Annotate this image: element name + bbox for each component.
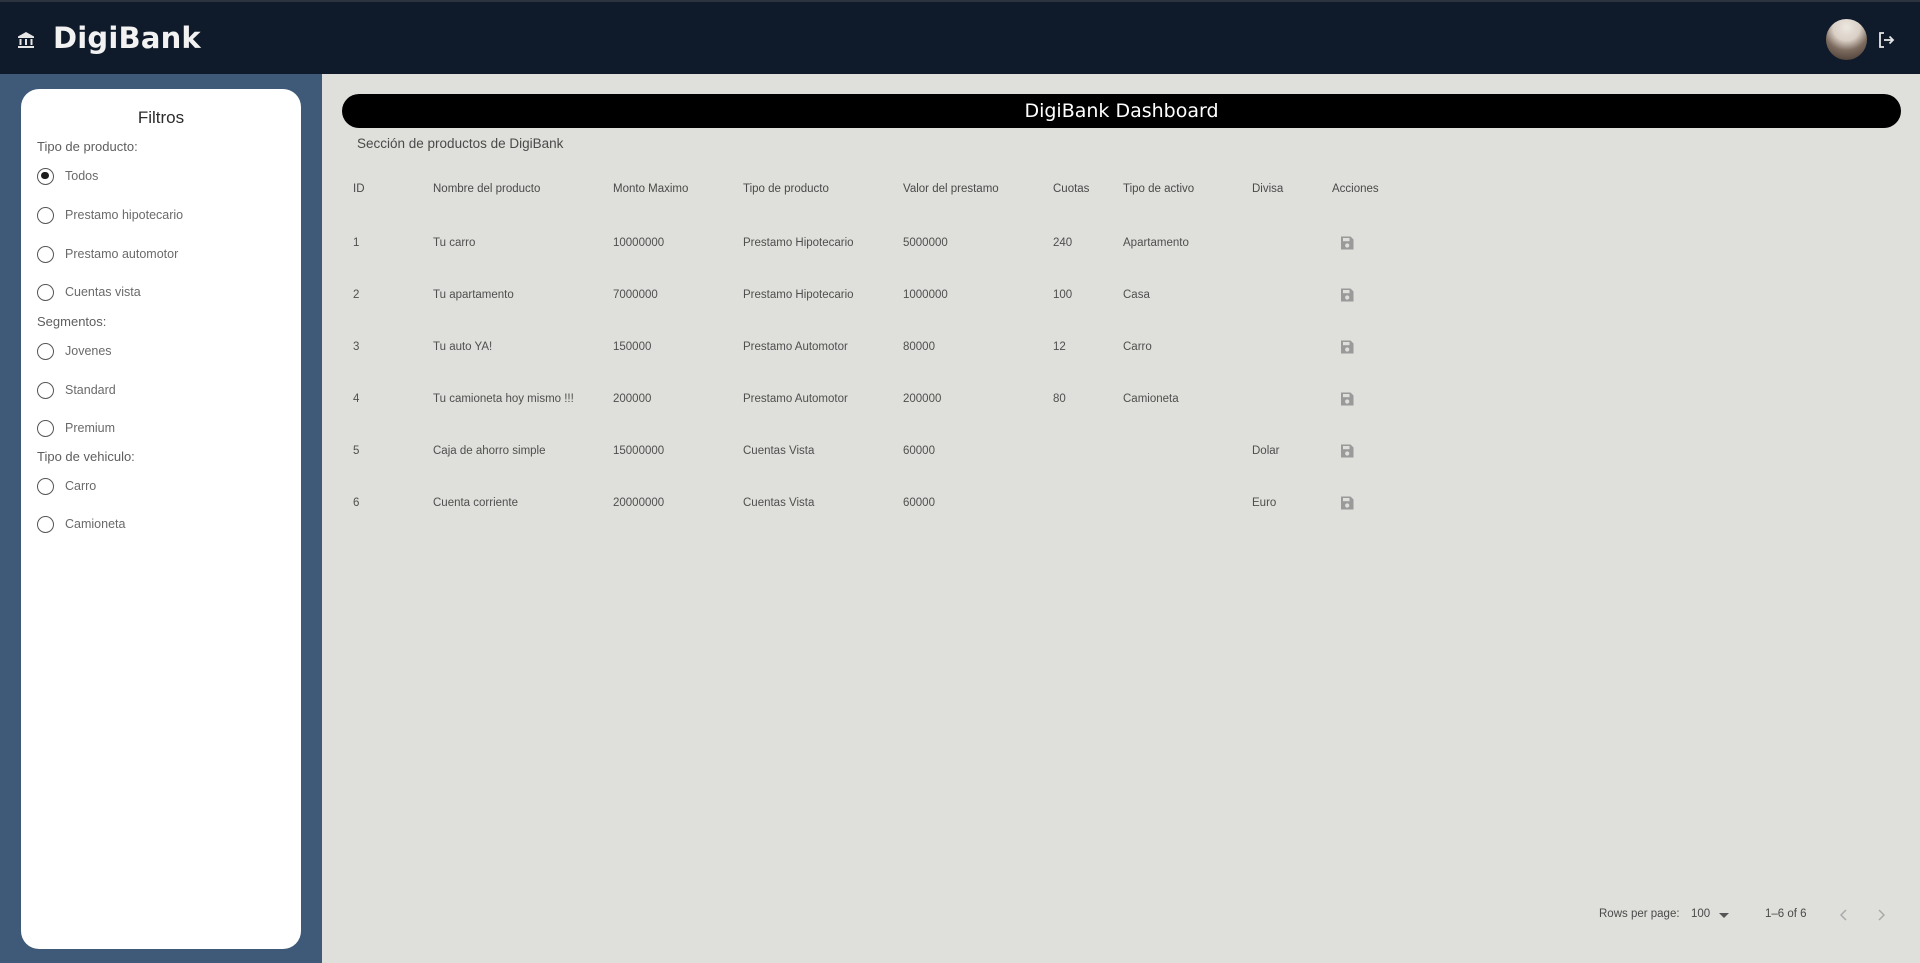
radio-premium[interactable]: Premium [37,417,115,439]
column-header-id[interactable]: ID [353,183,365,195]
chevron-down-icon[interactable] [1719,913,1729,918]
cell-id: 2 [353,289,360,301]
brand-title: DigiBank [53,21,201,55]
chevron-right-icon[interactable] [1874,908,1888,922]
cell-monto: 150000 [613,341,652,353]
cell-monto: 200000 [613,393,652,405]
radio-button[interactable] [37,342,54,360]
user-avatar[interactable] [1826,19,1867,60]
rows-per-page-select[interactable]: 100 [1691,908,1710,920]
section-title: Sección de productos de DigiBank [357,136,564,151]
cell-cuotas: 100 [1053,289,1073,301]
pagination-range: 1–6 of 6 [1765,908,1807,920]
radio-cuentas-vista[interactable]: Cuentas vista [37,281,141,303]
cell-id: 1 [353,237,360,249]
cell-valor: 5000000 [903,237,948,249]
radio-prestamo-automotor[interactable]: Prestamo automotor [37,243,178,265]
radio-prestamo-hipotecario[interactable]: Prestamo hipotecario [37,204,183,226]
cell-id: 5 [353,445,360,457]
cell-monto: 20000000 [613,497,665,509]
cell-divisa: Euro [1252,497,1277,509]
radio-carro[interactable]: Carro [37,475,96,497]
cell-tipo: Cuentas Vista [743,445,815,457]
cell-valor: 80000 [903,341,935,353]
chevron-left-icon[interactable] [1837,908,1851,922]
cell-nombre: Cuenta corriente [433,497,519,509]
cell-tipo: Prestamo Automotor [743,393,848,405]
radio-button[interactable] [37,167,54,185]
save-icon[interactable] [1339,443,1355,459]
cell-id: 4 [353,393,360,405]
cell-activo: Casa [1123,289,1150,301]
cell-tipo: Prestamo Hipotecario [743,289,854,301]
radio-button[interactable] [37,381,54,399]
filters-title: Filtros [137,108,185,127]
column-header-activo[interactable]: Tipo de activo [1123,183,1194,195]
rows-per-page-label: Rows per page: [1599,908,1680,920]
cell-id: 3 [353,341,360,353]
cell-nombre: Caja de ahorro simple [433,445,546,457]
cell-nombre: Tu apartamento [433,289,514,301]
cell-activo: Carro [1123,341,1152,353]
cell-valor: 200000 [903,393,942,405]
column-header-tipo[interactable]: Tipo de producto [743,183,829,195]
cell-divisa: Dolar [1252,445,1280,457]
radio-button[interactable] [37,245,54,263]
column-header-monto[interactable]: Monto Maximo [613,183,688,195]
cell-tipo: Prestamo Automotor [743,341,848,353]
cell-valor: 60000 [903,497,935,509]
cell-cuotas: 12 [1053,341,1066,353]
top-app-bar: DigiBank [0,0,1920,74]
column-header-valor[interactable]: Valor del prestamo [903,183,999,195]
cell-activo: Camioneta [1123,393,1179,405]
radio-standard[interactable]: Standard [37,379,116,401]
cell-monto: 15000000 [613,445,665,457]
filter-group-segmentos-label: Segmentos: [37,314,107,329]
logout-icon[interactable] [1876,30,1896,50]
cell-valor: 1000000 [903,289,948,301]
save-icon[interactable] [1339,339,1355,355]
save-icon[interactable] [1339,391,1355,407]
column-header-nombre[interactable]: Nombre del producto [433,183,540,195]
radio-button[interactable] [37,477,54,495]
column-header-acciones: Acciones [1332,183,1379,195]
save-icon[interactable] [1339,287,1355,303]
filter-group-tipo-producto-label: Tipo de producto: [37,139,138,154]
radio-button[interactable] [37,283,54,301]
cell-id: 6 [353,497,360,509]
cell-activo: Apartamento [1123,237,1189,249]
bank-icon [18,32,34,48]
cell-valor: 60000 [903,445,935,457]
radio-button[interactable] [37,419,54,437]
radio-button[interactable] [37,515,54,533]
cell-tipo: Cuentas Vista [743,497,815,509]
cell-monto: 7000000 [613,289,658,301]
main-content: DigiBank Dashboard Sección de productos … [322,74,1920,963]
save-icon[interactable] [1339,495,1355,511]
save-icon[interactable] [1339,235,1355,251]
radio-camioneta[interactable]: Camioneta [37,513,125,535]
radio-button[interactable] [37,206,54,224]
dashboard-title: DigiBank Dashboard [342,94,1901,128]
cell-nombre: Tu carro [433,237,476,249]
radio-jovenes[interactable]: Jovenes [37,340,112,362]
cell-nombre: Tu camioneta hoy mismo !!! [433,393,574,405]
filter-group-vehiculo-label: Tipo de vehiculo: [37,449,135,464]
column-header-cuotas[interactable]: Cuotas [1053,183,1089,195]
cell-nombre: Tu auto YA! [433,341,493,353]
cell-monto: 10000000 [613,237,665,249]
column-header-divisa[interactable]: Divisa [1252,183,1283,195]
cell-cuotas: 80 [1053,393,1066,405]
cell-tipo: Prestamo Hipotecario [743,237,854,249]
cell-cuotas: 240 [1053,237,1073,249]
filters-panel: Filtros Tipo de producto: Todos Prestamo… [21,89,301,949]
radio-todos[interactable]: Todos [37,165,98,187]
